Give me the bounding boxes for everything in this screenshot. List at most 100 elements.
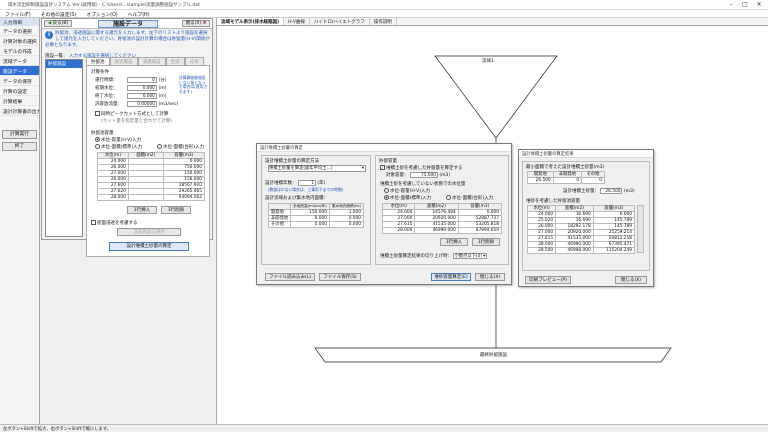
total-unit: (m3) <box>623 189 635 194</box>
cell[interactable]: 87894.659 <box>457 227 503 234</box>
peak-cut-label: 同時ピークカット方式として計算 <box>101 112 169 117</box>
d1-radio-hv-button[interactable] <box>384 188 389 193</box>
nav-item-calc-setting[interactable]: 計算の設定 <box>0 86 39 96</box>
init-level-input[interactable]: 0.000 <box>127 85 157 91</box>
runtime-input[interactable]: 0 <box>127 77 157 83</box>
table-row[interactable]: その他 0.000 0.000 <box>267 221 365 228</box>
pond-vol-label: 堆砂を考慮した貯留池容量 <box>526 199 580 204</box>
nav-item-report[interactable]: 設計計算書の出力 <box>0 106 39 116</box>
table-row[interactable]: 27.000 20920.000 52887.727 <box>381 215 503 222</box>
radio-ha-std-button[interactable] <box>95 144 100 149</box>
table-row[interactable]: 27.615 41535.000 53205.818 <box>381 221 503 228</box>
exit-button[interactable]: 終了 <box>2 142 37 151</box>
close-icon[interactable]: ✕ <box>752 0 766 10</box>
tab-model-view[interactable]: 流域モデル表示(排水経路図) <box>217 18 285 25</box>
d1-radio-trap-button[interactable] <box>446 195 451 200</box>
list-item[interactable]: 貯留施設 <box>46 60 82 68</box>
print-preview-button[interactable]: 印刷プレビュー(P) <box>525 276 571 284</box>
round-select[interactable]: 小数点以下(0) ▾ <box>453 253 488 259</box>
calc-run-button[interactable]: 計算実行 <box>2 130 37 139</box>
pond-table[interactable]: 水位(m) 面積(m2) 容量(m3) 24.000 0.000 26.000 750.… <box>97 152 206 201</box>
basin-label: 流域1 <box>482 59 494 64</box>
cell[interactable]: 28.000 <box>97 194 129 201</box>
menu-help[interactable]: ヘルプ(H) <box>123 10 155 18</box>
cell: 28.500 <box>526 247 557 254</box>
field-label: 初期水位： <box>95 86 118 91</box>
menu-file[interactable]: ファイル(F) <box>0 10 36 18</box>
nav-item-save[interactable]: データの保存 <box>0 76 39 86</box>
cell: 46998.000 <box>555 247 594 254</box>
facility-list[interactable]: 貯留施設 <box>45 59 83 237</box>
radio-ha-trap-button[interactable] <box>157 144 162 149</box>
minimize-icon[interactable]: – <box>724 0 738 10</box>
cell[interactable] <box>127 194 164 201</box>
result-dialog: 設計堆積土砂量の算定結果 最小面積で考えた設計堆積土砂量(m3) 開発地 非開発地… <box>518 149 654 287</box>
cell[interactable]: 46990.000 <box>414 227 459 234</box>
nav-item-facility[interactable]: 施設データ <box>0 66 39 76</box>
d1-radio-std: 水位-面積(標準)入力 <box>384 195 431 201</box>
dlg1-volume-table[interactable]: 水位(m) 面積(m2) 容量(m3) 24.000 14576.494 0.000 2… <box>381 203 503 234</box>
radio-hv-button[interactable] <box>95 137 100 142</box>
table-scrollbar[interactable] <box>637 205 644 253</box>
nav-item-data-select[interactable]: データの選択 <box>0 26 39 36</box>
back-button[interactable]: ◀ 戻る(B) <box>44 20 72 27</box>
sediment-vol-calc-button[interactable]: 堆砂容量算定(E) <box>431 273 471 281</box>
dlg1-insert-button[interactable]: 1行挿入 <box>440 238 468 246</box>
d1-radio-std-button[interactable] <box>384 195 389 200</box>
method-group: 設計堆積土砂量の算定方法 堆積土砂量を算定(面年平均土…) ▾ 設計堆積年数： 1… <box>261 155 371 265</box>
table-row[interactable]: 28.000 64094.562 <box>97 194 206 201</box>
cell[interactable]: 0.000 <box>328 221 365 228</box>
row-delete-button[interactable]: 1行削除 <box>161 206 191 214</box>
bottom-infil-checkbox[interactable] <box>91 220 96 225</box>
dlg2-close-button[interactable]: 閉じる(X) <box>615 276 647 284</box>
allow-discharge-input[interactable]: 0.00000 <box>127 101 157 107</box>
sediment-calc-button[interactable]: 設計堆積土砂量の算定 <box>109 242 189 251</box>
table-row[interactable]: 非開発地 0.000 0.000 <box>267 215 365 222</box>
row-insert-button[interactable]: 1行挿入 <box>127 206 157 214</box>
nav-item-basin[interactable]: 流域データ <box>0 56 39 66</box>
pool-note: 堆積土砂を考慮していない状態での水位量 <box>380 182 466 187</box>
tab-help[interactable]: 操作説明 <box>370 18 397 25</box>
nav-item-result[interactable]: 計算結果 <box>0 96 39 106</box>
panel-close-label: 閉る(X) <box>185 21 202 26</box>
table-row[interactable]: 28.000 46990.000 87894.659 <box>381 227 503 234</box>
panel-note-text: 貯留池、浸透施設に関する諸元を入力します。左下のリストより施設を選択して諸元を入… <box>45 31 210 48</box>
consider-checkbox[interactable]: ✓ <box>380 165 385 170</box>
years-note: (数量は少ない場合は、工事用下までの時間) <box>268 187 344 192</box>
result-volume-table: 水位(m) 面積(m2) 容量(m3) 24.000 16.690 0.000 25.0… <box>526 205 636 254</box>
result-breakdown-table: 開発地 非開発地 その他 26.500 0 0 <box>527 171 605 184</box>
field-label: 許容放流量： <box>95 102 122 107</box>
field-runtime: 運行時間： 0 (分) <box>95 77 166 83</box>
peak-cut-note: (カット量を指定量と合わせて計算) <box>101 119 173 124</box>
radio-hv: 水位-容量(H-V)入力 <box>95 137 141 143</box>
menu-settings[interactable]: その他の設定(S) <box>36 10 82 18</box>
method-select[interactable]: 堆積土砂量を算定(面年平均土…) ▾ <box>268 165 366 172</box>
file-save-button[interactable]: ファイル保存(S) <box>319 273 361 281</box>
section-calc-cond: 計算条件 <box>91 70 109 75</box>
panel-close-button[interactable]: 閉る(X) ✖ <box>182 20 210 27</box>
target-vol-input[interactable]: 75.000 <box>409 172 438 178</box>
tab-hv-curve[interactable]: H-V曲線 <box>284 18 310 25</box>
cell[interactable]: 0.000 <box>290 221 330 228</box>
total-row: 設計堆積土砂量： 26.500 (m3) <box>563 188 635 194</box>
maximize-icon[interactable]: □ <box>738 0 752 10</box>
nav-item-calc-target[interactable]: 計算対象の選択 <box>0 36 39 46</box>
min-area-label: 最小面積で考えた設計堆積土砂量(m3) <box>526 165 605 170</box>
nav-item-model[interactable]: モデルの作成 <box>0 46 39 56</box>
dlg1-close-button[interactable]: 閉じる(X) <box>475 273 505 281</box>
years-input[interactable]: 1 <box>297 180 316 186</box>
end-level-input[interactable]: 0.000 <box>127 93 157 99</box>
cell[interactable]: 64094.562 <box>162 194 206 201</box>
dlg1-delete-button[interactable]: 1行削除 <box>472 238 500 246</box>
menu-options[interactable]: オプション(O) <box>81 10 123 18</box>
basin-triangle[interactable] <box>434 55 558 139</box>
result-dialog-title: 設計堆積土砂量の算定結果 <box>519 150 653 158</box>
area-table[interactable]: 計画的量(m3/ha/年) 集水地内面積(ha) 開発地 150.000 1.000 … <box>267 203 365 228</box>
table-row: 27.615 41535.000 50811.258 <box>526 235 636 242</box>
tab-hydrograph[interactable]: ハイドロ/ハイエトグラフ <box>310 18 370 25</box>
file-load-button[interactable]: ファイル読み込み(L) <box>265 273 315 281</box>
table-row[interactable]: 開発地 150.000 1.000 <box>267 209 365 216</box>
d1-radio-hv: 水位-容量(H-V)入力 <box>384 188 430 194</box>
cell[interactable]: 28.000 <box>381 227 416 234</box>
peak-cut-checkbox[interactable] <box>95 111 100 116</box>
